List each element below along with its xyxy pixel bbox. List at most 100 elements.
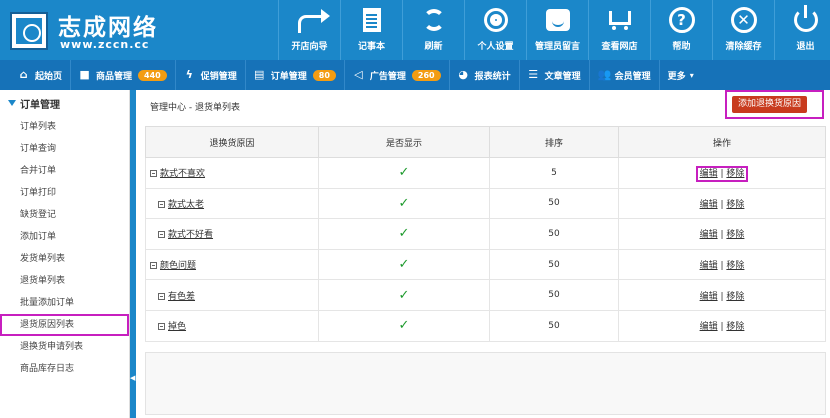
separator: | (720, 291, 724, 302)
topnav-label: 查看网店 (601, 42, 638, 52)
table-row: 颜色问题 ✓ 50 编辑 | 移除 (145, 248, 826, 281)
reason-name[interactable]: 颜色问题 (160, 261, 196, 271)
topnav-help[interactable]: ? 帮助 (650, 0, 712, 60)
menu-orders[interactable]: ▤ 订单管理 80 (246, 60, 345, 90)
separator: | (720, 261, 724, 272)
reason-name[interactable]: 有色差 (168, 292, 195, 302)
menu-articles[interactable]: ☰ 文章管理 (520, 60, 590, 90)
cart-icon (607, 7, 633, 33)
reason-name[interactable]: 款式不喜欢 (160, 169, 205, 179)
collapse-icon[interactable] (150, 170, 157, 178)
sidebar-item-merge-orders[interactable]: 合并订单 (0, 160, 129, 182)
topnav-clear-cache[interactable]: ✕ 清除缓存 (712, 0, 774, 60)
sidebar-item-return-list[interactable]: 退货单列表 (0, 270, 129, 292)
menu-label: 更多 (667, 71, 686, 82)
reason-cell: 款式不喜欢 (145, 157, 319, 189)
collapse-icon[interactable] (158, 292, 165, 300)
remove-link[interactable]: 移除 (726, 292, 744, 302)
sort-cell: 50 (489, 248, 619, 281)
edit-link[interactable]: 编辑 (700, 322, 718, 332)
collapse-icon[interactable] (158, 323, 165, 331)
collapse-icon[interactable] (158, 231, 165, 239)
add-return-reason-button[interactable]: 添加退换货原因 (732, 96, 808, 113)
collapse-icon[interactable] (150, 262, 157, 270)
sort-cell: 50 (489, 218, 619, 250)
remove-link[interactable]: 移除 (726, 322, 744, 332)
top-nav: 开店向导 记事本 刷新 个人设置 管理员留言 查看网店 ? 帮助 ✕ 清除缓存 (278, 0, 830, 60)
add-button-highlight: 添加退换货原因 (725, 90, 824, 119)
edit-link[interactable]: 编辑 (700, 261, 718, 271)
checkmark-icon[interactable]: ✓ (399, 257, 410, 272)
topnav-setup-wizard[interactable]: 开店向导 (278, 0, 340, 60)
checkmark-icon[interactable]: ✓ (399, 318, 410, 333)
topnav-view-store[interactable]: 查看网店 (588, 0, 650, 60)
sidebar-item-return-requests[interactable]: 退换货申请列表 (0, 336, 129, 358)
bolt-icon: ϟ (185, 68, 193, 81)
menu-promotion[interactable]: ϟ 促销管理 (176, 60, 246, 90)
topnav-label: 个人设置 (477, 42, 514, 52)
reason-name[interactable]: 款式不好看 (168, 230, 213, 240)
topnav-admin-messages[interactable]: 管理员留言 (526, 0, 588, 60)
actions-cell: 编辑 | 移除 (618, 248, 826, 281)
sidebar-item-batch-add-orders[interactable]: 批量添加订单 (0, 292, 129, 314)
count-badge: 80 (312, 69, 336, 81)
main-content: 管理中心 - 退货单列表 添加退换货原因 退换货原因 是否显示 排序 操作 款式… (140, 90, 830, 418)
table-header-row: 退换货原因 是否显示 排序 操作 (145, 126, 826, 158)
megaphone-icon: ◁ (354, 68, 363, 81)
edit-link[interactable]: 编辑 (700, 230, 718, 240)
menu-reports[interactable]: ◕ 报表统计 (450, 60, 520, 90)
menu-ads[interactable]: ◁ 广告管理 260 (345, 60, 450, 90)
sidebar-item-stock-log[interactable]: 商品库存日志 (0, 358, 129, 380)
checkmark-icon[interactable]: ✓ (399, 165, 410, 180)
checkmark-icon[interactable]: ✓ (399, 196, 410, 211)
sidebar-item-add-order[interactable]: 添加订单 (0, 226, 129, 248)
sidebar-collapse-handle[interactable]: ◀ (130, 90, 136, 418)
sidebar-item-order-list[interactable]: 订单列表 (0, 116, 129, 138)
topnav-notebook[interactable]: 记事本 (340, 0, 402, 60)
menu-home[interactable]: ⌂ 起始页 (0, 60, 72, 90)
arrow-icon (297, 7, 330, 33)
column-header: 操作 (618, 126, 826, 158)
sidebar-item-return-reasons[interactable]: 退货原因列表 (0, 314, 129, 336)
topnav-refresh[interactable]: 刷新 (402, 0, 464, 60)
menu-more[interactable]: 更多 ▾ (660, 60, 702, 90)
reason-name[interactable]: 掉色 (168, 322, 186, 332)
sidebar-item-print-orders[interactable]: 订单打印 (0, 182, 129, 204)
sort-cell: 5 (489, 157, 619, 189)
sidebar-item-order-query[interactable]: 订单查询 (0, 138, 129, 160)
chevron-left-icon: ◀ (130, 374, 136, 382)
topnav-label: 帮助 (672, 42, 691, 52)
edit-link[interactable]: 编辑 (700, 169, 718, 179)
reason-name[interactable]: 款式太老 (168, 200, 204, 210)
remove-link[interactable]: 移除 (726, 200, 744, 210)
menu-goods[interactable]: ■ 商品管理 440 (71, 60, 176, 90)
remove-link[interactable]: 移除 (726, 169, 744, 179)
pie-icon: ◕ (458, 68, 468, 81)
edit-link[interactable]: 编辑 (700, 292, 718, 302)
show-cell: ✓ (318, 279, 490, 311)
sidebar-item-out-of-stock[interactable]: 缺货登记 (0, 204, 129, 226)
separator: | (720, 199, 724, 210)
sidebar-section-orders[interactable]: 订单管理 (0, 90, 129, 116)
show-cell: ✓ (318, 309, 490, 342)
topnav-logout[interactable]: 退出 (774, 0, 830, 60)
menu-label: 起始页 (35, 71, 63, 82)
checkmark-icon[interactable]: ✓ (399, 288, 410, 303)
sort-cell: 50 (489, 279, 619, 311)
menu-members[interactable]: 👥 会员管理 (590, 60, 660, 90)
sidebar-item-shipping-list[interactable]: 发货单列表 (0, 248, 129, 270)
edit-link[interactable]: 编辑 (700, 200, 718, 210)
remove-link[interactable]: 移除 (726, 261, 744, 271)
separator: | (720, 322, 724, 333)
remove-link[interactable]: 移除 (726, 230, 744, 240)
collapse-icon[interactable] (158, 200, 165, 208)
main-menu: ⌂ 起始页 ■ 商品管理 440 ϟ 促销管理 ▤ 订单管理 80 ◁ 广告管理… (0, 60, 830, 90)
reason-cell: 款式太老 (145, 187, 319, 220)
topnav-label: 清除缓存 (725, 42, 762, 52)
topnav-personal-settings[interactable]: 个人设置 (464, 0, 526, 60)
message-icon (545, 7, 571, 33)
topnav-label: 记事本 (357, 42, 385, 52)
table-row: 款式太老 ✓ 50 编辑 | 移除 (145, 187, 826, 220)
checkmark-icon[interactable]: ✓ (399, 226, 410, 241)
actions-cell: 编辑 | 移除 (618, 218, 826, 250)
